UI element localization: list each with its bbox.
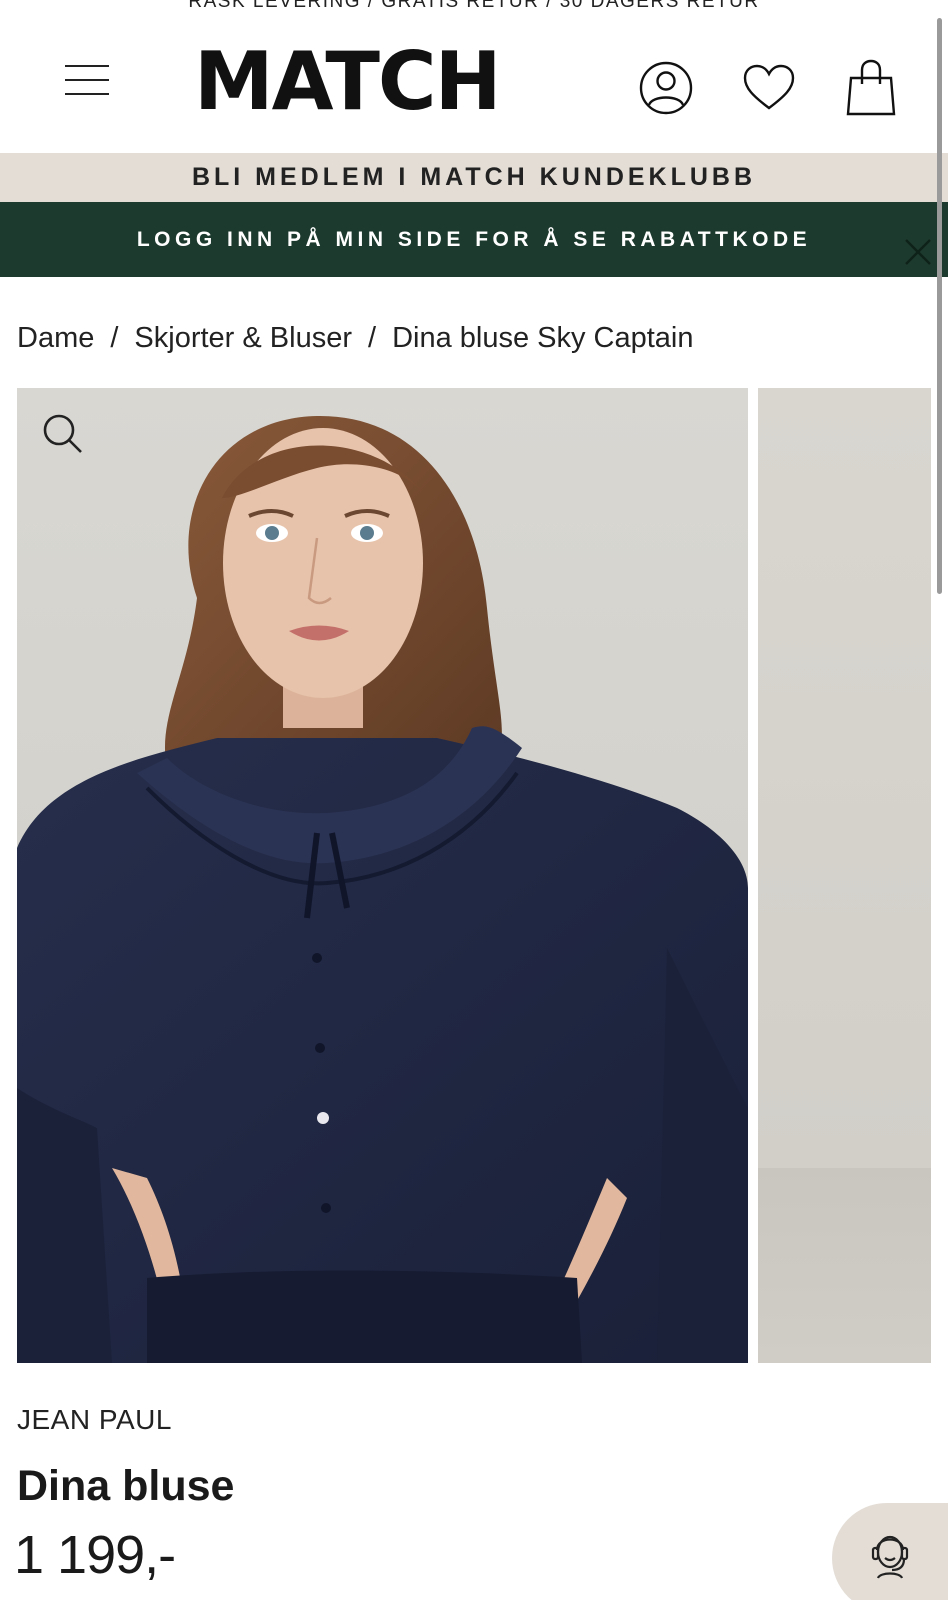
breadcrumb: Dame / Skjorter & Bluser / Dina bluse Sky Ca… (17, 318, 694, 358)
close-icon[interactable] (902, 224, 934, 265)
scrollbar[interactable] (937, 18, 942, 594)
product-image-main[interactable] (17, 388, 748, 1363)
login-banner-text: LOGG INN PÅ MIN SIDE FOR Å SE RABATTKODE (136, 228, 812, 251)
breadcrumb-item-dame[interactable]: Dame (17, 322, 94, 354)
breadcrumb-separator: / (110, 322, 119, 354)
site-logo[interactable]: MATCH (194, 42, 524, 122)
search-icon[interactable] (41, 412, 85, 456)
breadcrumb-separator: / (368, 322, 377, 354)
product-image-second[interactable] (758, 388, 931, 1363)
heart-icon[interactable] (739, 58, 799, 118)
shipping-info-strip: RASK LEVERING / GRATIS RETUR / 30 DAGERS… (0, 0, 948, 14)
user-icon[interactable] (636, 58, 696, 118)
site-header: MATCH (0, 14, 948, 154)
customer-service-icon (871, 1535, 909, 1579)
club-membership-banner[interactable]: BLI MEDLEM I MATCH KUNDEKLUBB (0, 153, 948, 202)
product-price: 1 199,- (14, 1525, 176, 1585)
login-discount-banner[interactable]: LOGG INN PÅ MIN SIDE FOR Å SE RABATTKODE (0, 202, 948, 277)
shopping-bag-icon[interactable] (841, 58, 901, 118)
product-brand[interactable]: JEAN PAUL (17, 1404, 172, 1436)
breadcrumb-item-current: Dina bluse Sky Captain (392, 322, 694, 354)
product-gallery[interactable] (17, 388, 931, 1363)
shipping-info-text: RASK LEVERING / GRATIS RETUR / 30 DAGERS… (188, 0, 760, 12)
menu-icon[interactable] (60, 58, 114, 102)
customer-service-button[interactable] (832, 1503, 948, 1600)
product-title: Dina bluse (17, 1462, 235, 1510)
breadcrumb-item-category[interactable]: Skjorter & Bluser (134, 322, 352, 354)
